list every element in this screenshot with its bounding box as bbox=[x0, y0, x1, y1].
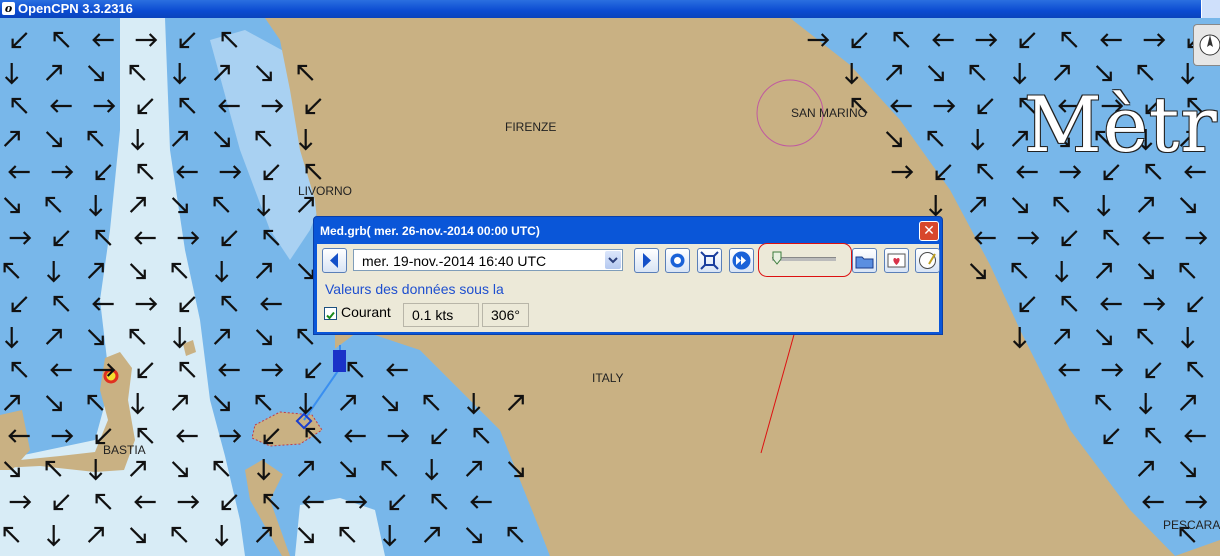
courant-label[interactable]: Courant bbox=[341, 304, 391, 320]
now-icon bbox=[670, 253, 685, 268]
prev-button[interactable] bbox=[322, 248, 347, 273]
window-control-button[interactable] bbox=[1201, 0, 1220, 18]
scale-overlay-text: Mètre bbox=[1024, 80, 1220, 169]
label-bastia: BASTIA bbox=[103, 443, 146, 457]
chevron-down-icon[interactable] bbox=[605, 251, 621, 269]
request-button[interactable] bbox=[915, 248, 940, 273]
opencpn-icon: o bbox=[2, 2, 15, 15]
play-icon bbox=[732, 251, 751, 270]
current-speed-field: 0.1 kts bbox=[403, 303, 479, 327]
window-title: OpenCPN 3.3.2316 bbox=[18, 1, 133, 16]
zoom-extent-button[interactable] bbox=[697, 248, 722, 273]
grib-dialog-title: Med.grb( mer. 26-nov.-2014 00:00 UTC) bbox=[320, 224, 540, 238]
label-italy: ITALY bbox=[592, 371, 624, 385]
grib-dialog-body: mer. 19-nov.-2014 16:40 UTC Valeurs des … bbox=[317, 243, 940, 332]
settings-icon bbox=[887, 253, 906, 268]
open-file-button[interactable] bbox=[852, 248, 877, 273]
courant-checkbox[interactable] bbox=[324, 307, 337, 320]
current-direction-field: 306° bbox=[482, 303, 529, 327]
close-button[interactable]: ✕ bbox=[919, 221, 939, 241]
section-label: Valeurs des données sous la bbox=[325, 281, 504, 297]
label-san-marino: SAN MARINO bbox=[791, 106, 868, 120]
label-livorno: LIVORNO bbox=[298, 184, 353, 198]
next-button[interactable] bbox=[634, 248, 659, 273]
grib-dialog: Med.grb( mer. 26-nov.-2014 00:00 UTC) ✕ … bbox=[313, 216, 943, 335]
play-button[interactable] bbox=[729, 248, 754, 273]
current-direction-value: 306° bbox=[491, 307, 520, 323]
label-pescara: PESCARA bbox=[1163, 518, 1220, 532]
window-title-bar[interactable]: o OpenCPN 3.3.2316 bbox=[0, 0, 1220, 18]
compass-icon[interactable] bbox=[1193, 24, 1220, 66]
label-firenze: FIRENZE bbox=[505, 120, 557, 134]
time-select[interactable]: mer. 19-nov.-2014 16:40 UTC bbox=[353, 249, 623, 271]
now-button[interactable] bbox=[665, 248, 690, 273]
time-select-value: mer. 19-nov.-2014 16:40 UTC bbox=[362, 253, 547, 269]
settings-button[interactable] bbox=[884, 248, 909, 273]
time-slider-thumb[interactable] bbox=[772, 251, 782, 265]
current-speed-value: 0.1 kts bbox=[412, 307, 454, 323]
request-icon bbox=[919, 252, 936, 269]
ship-marker bbox=[333, 350, 346, 372]
zoom-extent-icon bbox=[700, 251, 719, 270]
open-file-icon bbox=[855, 256, 874, 269]
